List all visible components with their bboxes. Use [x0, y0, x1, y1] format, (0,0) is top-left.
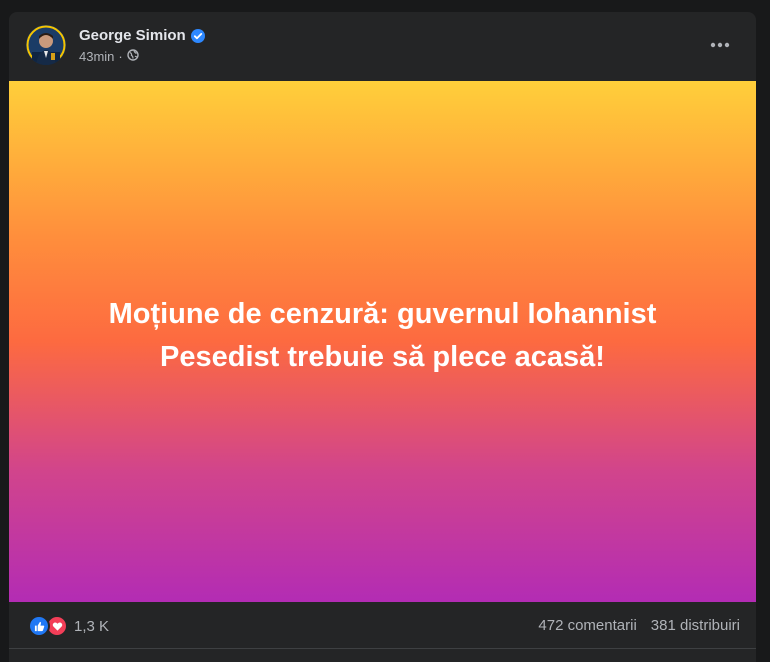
author-name[interactable]: George Simion: [79, 27, 186, 45]
reactions-summary[interactable]: 1,3 K: [28, 615, 109, 637]
avatar-image: [26, 25, 66, 65]
post-footer: 1,3 K 472 comentarii 381 distribuiri: [9, 602, 756, 649]
author-avatar[interactable]: [26, 25, 66, 65]
banner-text: Moțiune de cenzură: guvernul Iohannist P…: [108, 298, 657, 373]
post-card: George Simion 43min · Moțiune de cenzură…: [9, 12, 756, 662]
like-icon: [28, 615, 50, 637]
globe-icon[interactable]: [127, 49, 139, 65]
engagement-stats: 472 comentarii 381 distribuiri: [538, 617, 740, 634]
verified-badge-icon: [190, 29, 205, 43]
comments-count[interactable]: 472 comentarii: [538, 617, 636, 634]
post-banner[interactable]: Moțiune de cenzură: guvernul Iohannist P…: [9, 81, 756, 602]
more-options-button[interactable]: [702, 30, 738, 60]
more-options-icon: [710, 42, 730, 48]
post-meta: 43min ·: [79, 49, 139, 65]
shares-count[interactable]: 381 distribuiri: [651, 617, 740, 634]
author-line: George Simion: [79, 27, 205, 45]
post-time[interactable]: 43min: [79, 49, 114, 65]
reaction-count: 1,3 K: [74, 617, 110, 635]
meta-separator: ·: [118, 49, 123, 64]
post-header: George Simion 43min ·: [9, 12, 756, 80]
